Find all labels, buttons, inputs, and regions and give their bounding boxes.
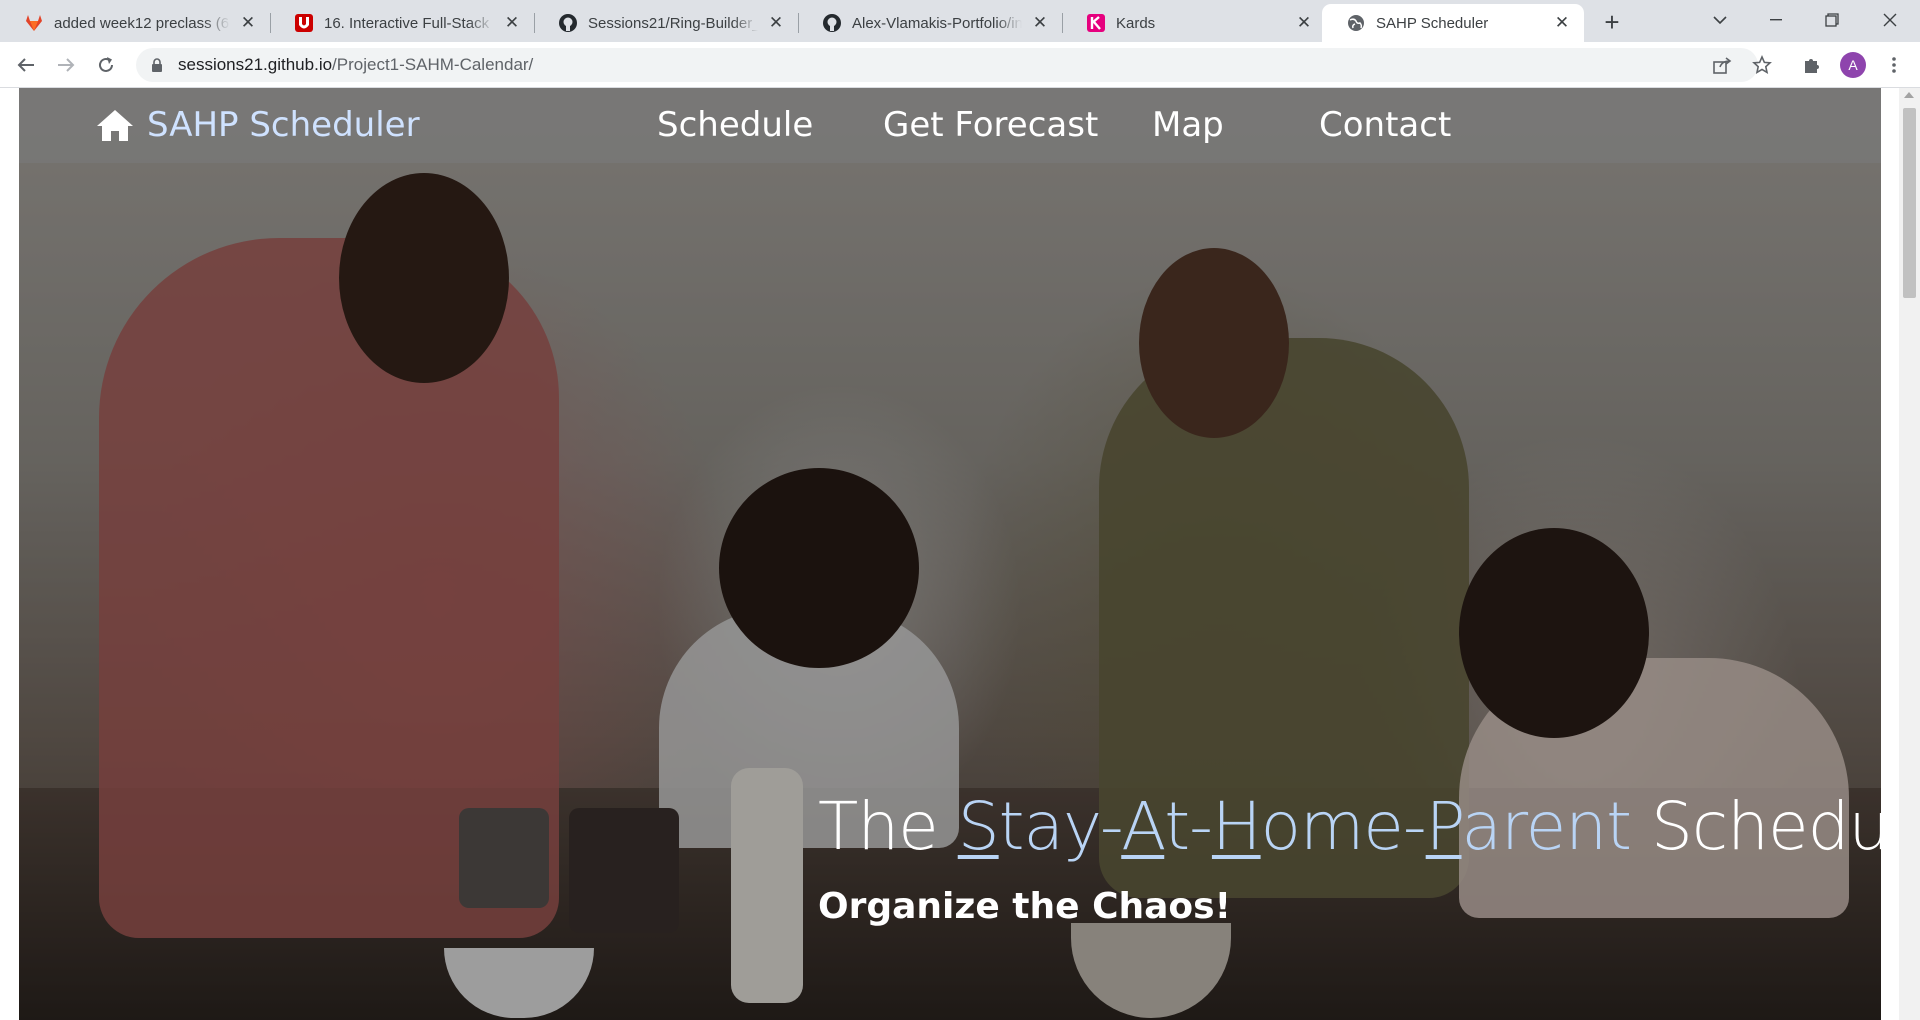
close-icon[interactable]: ✕ <box>1030 13 1050 33</box>
browser-tab-active[interactable]: SAHP Scheduler ✕ <box>1322 4 1584 42</box>
close-icon[interactable]: ✕ <box>502 13 522 33</box>
close-window-button[interactable] <box>1862 0 1918 40</box>
restore-button[interactable] <box>1804 0 1860 40</box>
browser-tab[interactable]: Sessions21/Ring-Builder_Pr ✕ <box>534 4 798 42</box>
tab-title: Sessions21/Ring-Builder_Pr <box>588 14 758 32</box>
arrow-left-icon <box>17 58 34 72</box>
forward-button[interactable] <box>52 51 80 79</box>
hero-overlay <box>19 88 1881 1020</box>
hero-title-highlight: Stay-At-Home-Parent <box>957 788 1632 865</box>
share-button[interactable] <box>1708 51 1736 79</box>
tab-strip: added week12 preclass (6b ✕ 16. Interact… <box>0 0 1920 42</box>
hero-background-image <box>19 88 1881 1020</box>
hero-title-part: The <box>818 788 958 865</box>
close-icon[interactable]: ✕ <box>238 13 258 33</box>
tab-title: Alex-Vlamakis-Portfolio/ind <box>852 14 1022 32</box>
tab-title: SAHP Scheduler <box>1376 14 1489 32</box>
github-icon <box>558 13 578 33</box>
browser-toolbar: sessions21.github.io/Project1-SAHM-Calen… <box>0 42 1920 88</box>
home-icon <box>95 107 135 143</box>
puzzle-icon <box>1805 59 1819 73</box>
nav-link-map[interactable]: Map <box>1152 105 1224 145</box>
url-domain: sessions21.github.io <box>178 55 333 74</box>
page-scrollbar[interactable] <box>1899 88 1920 1020</box>
hero-subtitle: Organize the Chaos! <box>818 886 1231 927</box>
browser-tab[interactable]: Alex-Vlamakis-Portfolio/ind ✕ <box>798 4 1062 42</box>
share-icon <box>1713 57 1732 74</box>
hero-title-part: Scheduler <box>1650 788 1920 865</box>
avatar[interactable]: A <box>1840 52 1866 78</box>
new-tab-button[interactable]: + <box>1598 7 1626 37</box>
scroll-up-arrow-icon[interactable] <box>1904 92 1914 98</box>
address-bar[interactable]: sessions21.github.io/Project1-SAHM-Calen… <box>136 48 1758 82</box>
tab-title: Kards <box>1116 14 1156 32</box>
url-text: sessions21.github.io/Project1-SAHM-Calen… <box>178 55 533 75</box>
hero-title: The Stay-At-Home-Parent Scheduler <box>818 788 1920 865</box>
globe-icon <box>1346 13 1366 33</box>
nav-link-contact[interactable]: Contact <box>1319 105 1451 145</box>
minimize-button[interactable] <box>1748 0 1804 40</box>
arrow-right-icon <box>58 58 75 72</box>
nav-link-get-forecast[interactable]: Get Forecast <box>883 105 1098 145</box>
close-icon[interactable]: ✕ <box>1552 13 1572 33</box>
star-icon <box>1752 55 1772 75</box>
tab-title: 16. Interactive Full-Stack Pr <box>324 14 494 32</box>
site-navbar: SAHP Scheduler Schedule Get Forecast Map… <box>19 88 1881 163</box>
page-viewport: SAHP Scheduler Schedule Get Forecast Map… <box>0 88 1920 1020</box>
reload-icon <box>99 57 113 72</box>
tab-search-button[interactable] <box>1692 0 1748 40</box>
gitlab-icon <box>24 13 44 33</box>
extensions-button[interactable] <box>1798 51 1826 79</box>
bookmark-button[interactable] <box>1748 51 1776 79</box>
kebab-menu-icon <box>1892 57 1896 73</box>
close-icon[interactable]: ✕ <box>1294 13 1314 33</box>
lock-icon <box>150 57 164 73</box>
browser-tab[interactable]: Kards ✕ <box>1062 4 1326 42</box>
back-button[interactable] <box>12 51 40 79</box>
restore-icon <box>1825 13 1839 27</box>
browser-tab[interactable]: added week12 preclass (6b ✕ <box>0 4 270 42</box>
close-icon <box>1883 13 1897 27</box>
url-path: /Project1-SAHM-Calendar/ <box>332 55 534 74</box>
chevron-down-icon <box>1713 16 1727 25</box>
brand-title: SAHP Scheduler <box>147 105 420 145</box>
minimize-icon <box>1770 19 1782 21</box>
close-icon[interactable]: ✕ <box>766 13 786 33</box>
scrollbar-thumb[interactable] <box>1903 108 1916 298</box>
kards-icon <box>1086 13 1106 33</box>
nav-link-schedule[interactable]: Schedule <box>657 105 813 145</box>
reload-button[interactable] <box>92 51 120 79</box>
menu-button[interactable] <box>1880 51 1908 79</box>
utah-u-icon <box>294 13 314 33</box>
tab-title: added week12 preclass (6b <box>54 14 230 32</box>
github-icon <box>822 13 842 33</box>
brand-link[interactable]: SAHP Scheduler <box>95 104 420 146</box>
browser-tab[interactable]: 16. Interactive Full-Stack Pr ✕ <box>270 4 534 42</box>
